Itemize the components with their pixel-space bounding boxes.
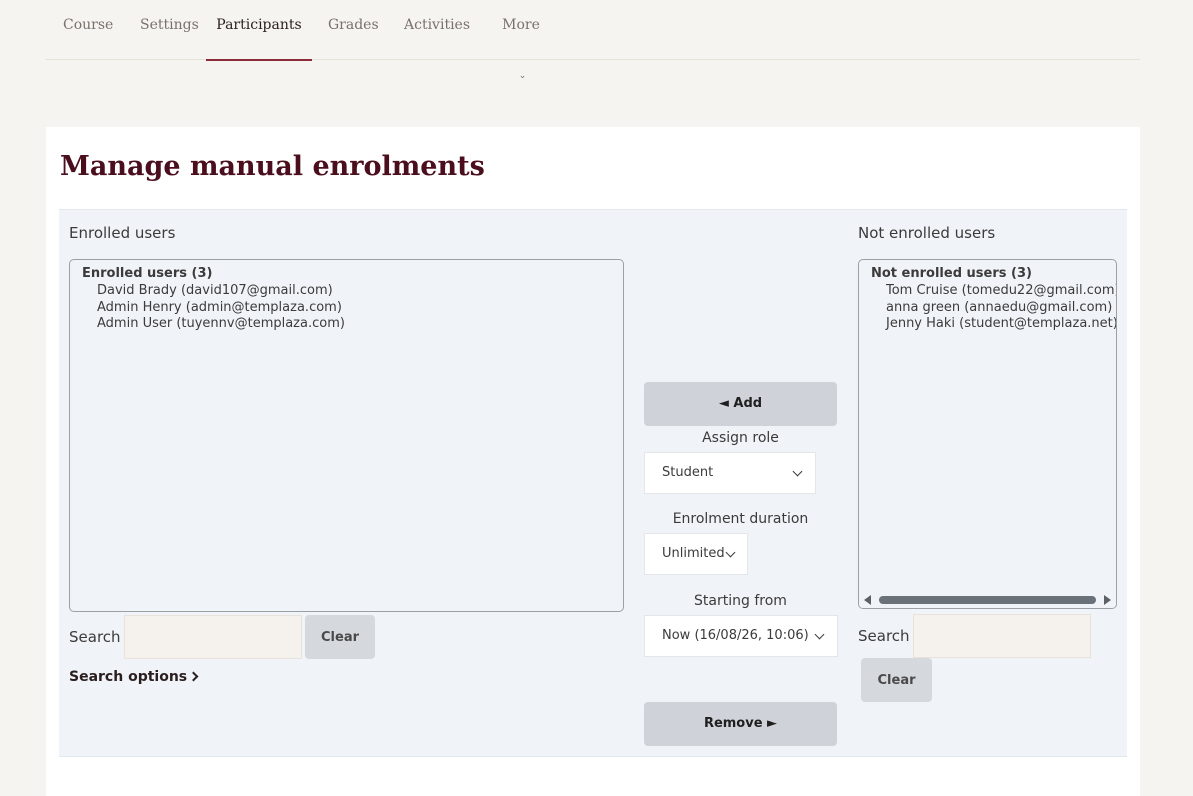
starting-from-select[interactable]: Now (16/08/26, 10:06) xyxy=(644,615,838,657)
enrolled-user-option[interactable]: Admin User (tuyennv@templaza.com) xyxy=(97,316,345,331)
main-card: Manage manual enrolments Enrolled users … xyxy=(46,127,1140,796)
enrolled-search-input[interactable] xyxy=(124,615,302,659)
not-enrolled-user-option[interactable]: Jenny Haki (student@templaza.net) xyxy=(886,316,1116,331)
add-button[interactable]: ◄ Add xyxy=(644,382,837,426)
not-enrolled-clear-button[interactable]: Clear xyxy=(861,658,932,702)
starting-from-value: Now (16/08/26, 10:06) xyxy=(662,628,809,643)
enrolled-users-group-label: Enrolled users (3) xyxy=(82,266,213,281)
not-enrolled-search-input[interactable] xyxy=(913,614,1091,658)
enrolment-panel: Enrolled users Enrolled users (3) David … xyxy=(59,209,1127,757)
remove-button[interactable]: Remove ► xyxy=(644,702,837,746)
not-enrolled-user-option[interactable]: anna green (annaedu@gmail.com) xyxy=(886,300,1112,315)
tab-settings[interactable]: Settings xyxy=(140,0,199,60)
tab-more[interactable]: More ⌄ xyxy=(497,0,545,81)
chevron-down-icon xyxy=(814,629,825,640)
tab-activities[interactable]: Activities xyxy=(404,0,470,60)
enrolled-users-heading: Enrolled users xyxy=(69,224,176,242)
not-enrolled-users-list[interactable]: Not enrolled users (3) Tom Cruise (tomed… xyxy=(858,259,1117,609)
enrolled-user-option[interactable]: Admin Henry (admin@templaza.com) xyxy=(97,300,342,315)
scroll-right-icon[interactable] xyxy=(1104,595,1111,605)
search-options-toggle[interactable]: Search options xyxy=(69,669,199,685)
enrolment-duration-label: Enrolment duration xyxy=(672,511,809,527)
starting-from-label: Starting from xyxy=(694,593,787,609)
course-nav: Course Settings Participants Grades Acti… xyxy=(46,0,1140,81)
assign-role-label: Assign role xyxy=(702,430,779,446)
scroll-left-icon[interactable] xyxy=(864,595,871,605)
chevron-right-icon xyxy=(188,671,199,682)
not-enrolled-user-option[interactable]: Tom Cruise (tomedu22@gmail.com) xyxy=(886,283,1116,298)
chevron-down-icon xyxy=(792,466,803,477)
not-enrolled-search-label: Search xyxy=(858,627,910,645)
scrollbar-thumb[interactable] xyxy=(879,596,1096,604)
enrolled-search-label: Search xyxy=(69,628,121,646)
page-title: Manage manual enrolments xyxy=(60,151,485,182)
search-options-label: Search options xyxy=(69,669,188,685)
tab-course[interactable]: Course xyxy=(63,0,113,60)
enrolment-duration-value: Unlimited xyxy=(662,546,725,561)
horizontal-scrollbar[interactable] xyxy=(859,592,1116,608)
chevron-down-icon: ⌄ xyxy=(518,71,527,81)
not-enrolled-users-group-label: Not enrolled users (3) xyxy=(871,266,1032,281)
enrolment-duration-select[interactable]: Unlimited xyxy=(644,533,748,575)
tab-participants[interactable]: Participants xyxy=(206,0,312,61)
tab-grades[interactable]: Grades xyxy=(328,0,379,60)
assign-role-select[interactable]: Student xyxy=(644,452,816,494)
not-enrolled-users-heading: Not enrolled users xyxy=(858,224,996,242)
enrolled-users-list[interactable]: Enrolled users (3) David Brady (david107… xyxy=(69,259,624,612)
enrolled-clear-button[interactable]: Clear xyxy=(305,615,375,659)
enrolled-user-option[interactable]: David Brady (david107@gmail.com) xyxy=(97,283,333,298)
tab-more-label: More xyxy=(502,17,540,33)
assign-role-value: Student xyxy=(662,465,714,480)
chevron-down-icon xyxy=(725,547,736,558)
